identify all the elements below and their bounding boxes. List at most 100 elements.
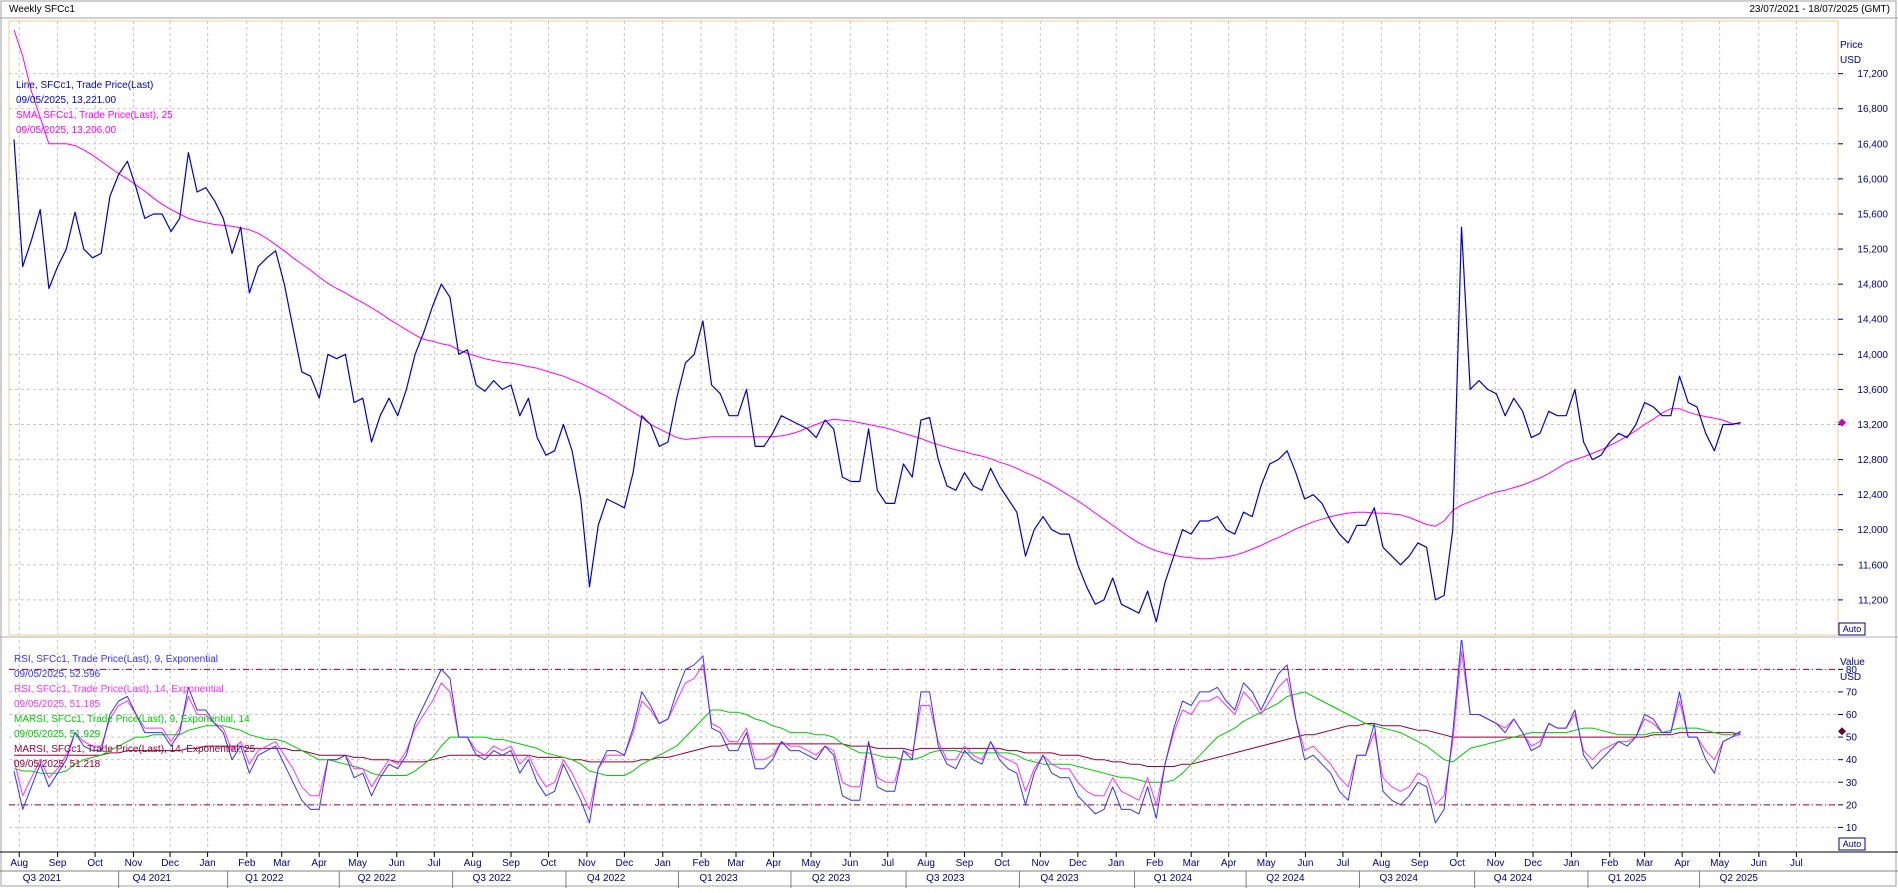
month-label: Jun [842, 858, 858, 869]
price-tick-label: 11,200 [1858, 595, 1888, 606]
month-label: Jul [1337, 858, 1350, 869]
month-label: Mar [727, 858, 745, 869]
indicator-tick-label: 20 [1846, 800, 1858, 811]
month-label: Dec [1069, 858, 1087, 869]
price-tick-label: 12,400 [1857, 490, 1888, 501]
indicator-series-group [13, 640, 1741, 824]
month-label: Jan [1563, 858, 1579, 869]
legend-sma-value: 09/05/2025, 13,206.00 [16, 125, 117, 136]
month-label: Jan [1108, 858, 1124, 869]
quarter-label: Q2 2023 [812, 873, 851, 884]
price-auto-label: Auto [1843, 624, 1862, 634]
month-label: Sep [502, 858, 520, 869]
quarter-label: Q1 2023 [699, 873, 738, 884]
indicator-last-marker [1838, 727, 1846, 736]
month-label: Nov [1031, 858, 1049, 869]
chart-window: Weekly SFCc1 23/07/2021 - 18/07/2025 (GM… [0, 0, 1898, 888]
legend-marsi9-value: 09/05/2025, 51.929 [14, 729, 101, 740]
month-label: Jul [881, 858, 894, 869]
month-label: Oct [994, 858, 1010, 869]
quarter-label: Q4 2022 [587, 873, 626, 884]
price-tick-label: 12,800 [1857, 455, 1888, 466]
month-label: Mar [1636, 858, 1654, 869]
month-label: Oct [1449, 858, 1465, 869]
legend-sma-name: SMA, SFCc1, Trade Price(Last), 25 [16, 110, 173, 121]
month-label: Feb [238, 858, 256, 869]
month-label: Sep [956, 858, 974, 869]
price-tick-label: 14,400 [1857, 315, 1888, 326]
legend-marsi14-name: MARSI, SFCc1, Trade Price(Last), 14, Exp… [14, 744, 256, 755]
month-label: Jan [200, 858, 216, 869]
month-label: Jun [1751, 858, 1767, 869]
price-tick-label: 12,000 [1857, 525, 1888, 536]
legend-marsi9-name: MARSI, SFCc1, Trade Price(Last), 9, Expo… [14, 714, 250, 725]
indicator-auto-label: Auto [1843, 839, 1862, 849]
month-label: Nov [1487, 858, 1505, 869]
month-label: May [348, 858, 367, 869]
month-label: Jun [1297, 858, 1313, 869]
quarter-label: Q1 2025 [1608, 873, 1647, 884]
grid [9, 21, 1838, 850]
month-label: Aug [917, 858, 935, 869]
indicator-tick-label: 30 [1846, 778, 1858, 789]
legend-rsi14-value: 09/05/2025, 51.185 [14, 699, 101, 710]
month-label: Sep [49, 858, 67, 869]
x-axis-ticks: Aug Sep Oct Nov Dec Jan Feb Mar Apr May Jun Jul Aug S… [10, 852, 1803, 888]
quarter-label: Q2 2022 [358, 873, 397, 884]
quarter-label: Q3 2022 [473, 873, 512, 884]
month-label: Apr [1221, 858, 1237, 869]
price-tick-label: 15,600 [1857, 209, 1888, 220]
price-tick-label: 13,200 [1857, 420, 1888, 431]
rsi9-line [13, 640, 1741, 824]
price-tick-label: 16,000 [1857, 174, 1888, 185]
month-label: Feb [1601, 858, 1619, 869]
price-tick-label: 16,800 [1857, 104, 1888, 115]
price-auto-button[interactable]: Auto [1838, 622, 1866, 636]
quarter-label: Q4 2021 [133, 873, 172, 884]
legend-rsi9-value: 09/05/2025, 52.596 [14, 669, 101, 680]
legend-price-line-name: Line, SFCc1, Trade Price(Last) [16, 80, 153, 91]
month-label: Aug [464, 858, 482, 869]
indicator-tick-label: 10 [1846, 823, 1858, 834]
chart-title: Weekly SFCc1 [9, 4, 75, 15]
date-range: 23/07/2021 - 18/07/2025 (GMT) [1749, 4, 1890, 15]
legend-marsi14-value: 09/05/2025, 51.218 [14, 759, 101, 770]
indicator-tick-label: 40 [1846, 755, 1858, 766]
legend-price-line-value: 09/05/2025, 13,221.00 [16, 95, 117, 106]
month-label: Feb [693, 858, 711, 869]
price-axis-ticks: 11,200 11,600 12,000 12,400 12,800 13,200 13,6… [1838, 69, 1888, 606]
quarter-label: Q2 2024 [1266, 873, 1305, 884]
quarter-label: Q1 2022 [245, 873, 284, 884]
month-label: Apr [1674, 858, 1690, 869]
price-axis-unit: USD [1840, 55, 1861, 66]
quarter-label: Q3 2023 [926, 873, 965, 884]
price-line [13, 139, 1741, 623]
month-label: Sep [1411, 858, 1429, 869]
month-label: Jun [389, 858, 405, 869]
month-label: Aug [1372, 858, 1390, 869]
price-tick-label: 11,600 [1858, 560, 1888, 571]
indicator-axis-title: Value [1840, 657, 1865, 668]
month-label: Oct [541, 858, 557, 869]
month-label: Dec [1524, 858, 1542, 869]
price-tick-label: 14,800 [1857, 280, 1888, 291]
month-label: Feb [1146, 858, 1164, 869]
quarter-label: Q3 2024 [1380, 873, 1419, 884]
chart-canvas[interactable]: 11,200 11,600 12,000 12,400 12,800 13,200 13,6… [0, 0, 1898, 888]
indicator-auto-button[interactable]: Auto [1838, 837, 1866, 851]
quarter-label: Q2 2025 [1720, 873, 1759, 884]
window-border [0, 0, 1897, 887]
month-label: May [802, 858, 821, 869]
price-tick-label: 17,200 [1857, 69, 1888, 80]
month-label: Jan [655, 858, 671, 869]
quarter-label: Q4 2024 [1494, 873, 1533, 884]
indicator-axis-unit: USD [1840, 672, 1861, 683]
price-last-marker [1838, 418, 1846, 427]
month-label: Mar [273, 858, 291, 869]
month-label: Jul [1790, 858, 1803, 869]
legend-rsi14-name: RSI, SFCc1, Trade Price(Last), 14, Expon… [14, 684, 224, 695]
quarter-label: Q4 2023 [1040, 873, 1079, 884]
month-label: Dec [161, 858, 179, 869]
indicator-tick-label: 50 [1846, 733, 1858, 744]
price-axis-title: Price [1840, 40, 1863, 51]
